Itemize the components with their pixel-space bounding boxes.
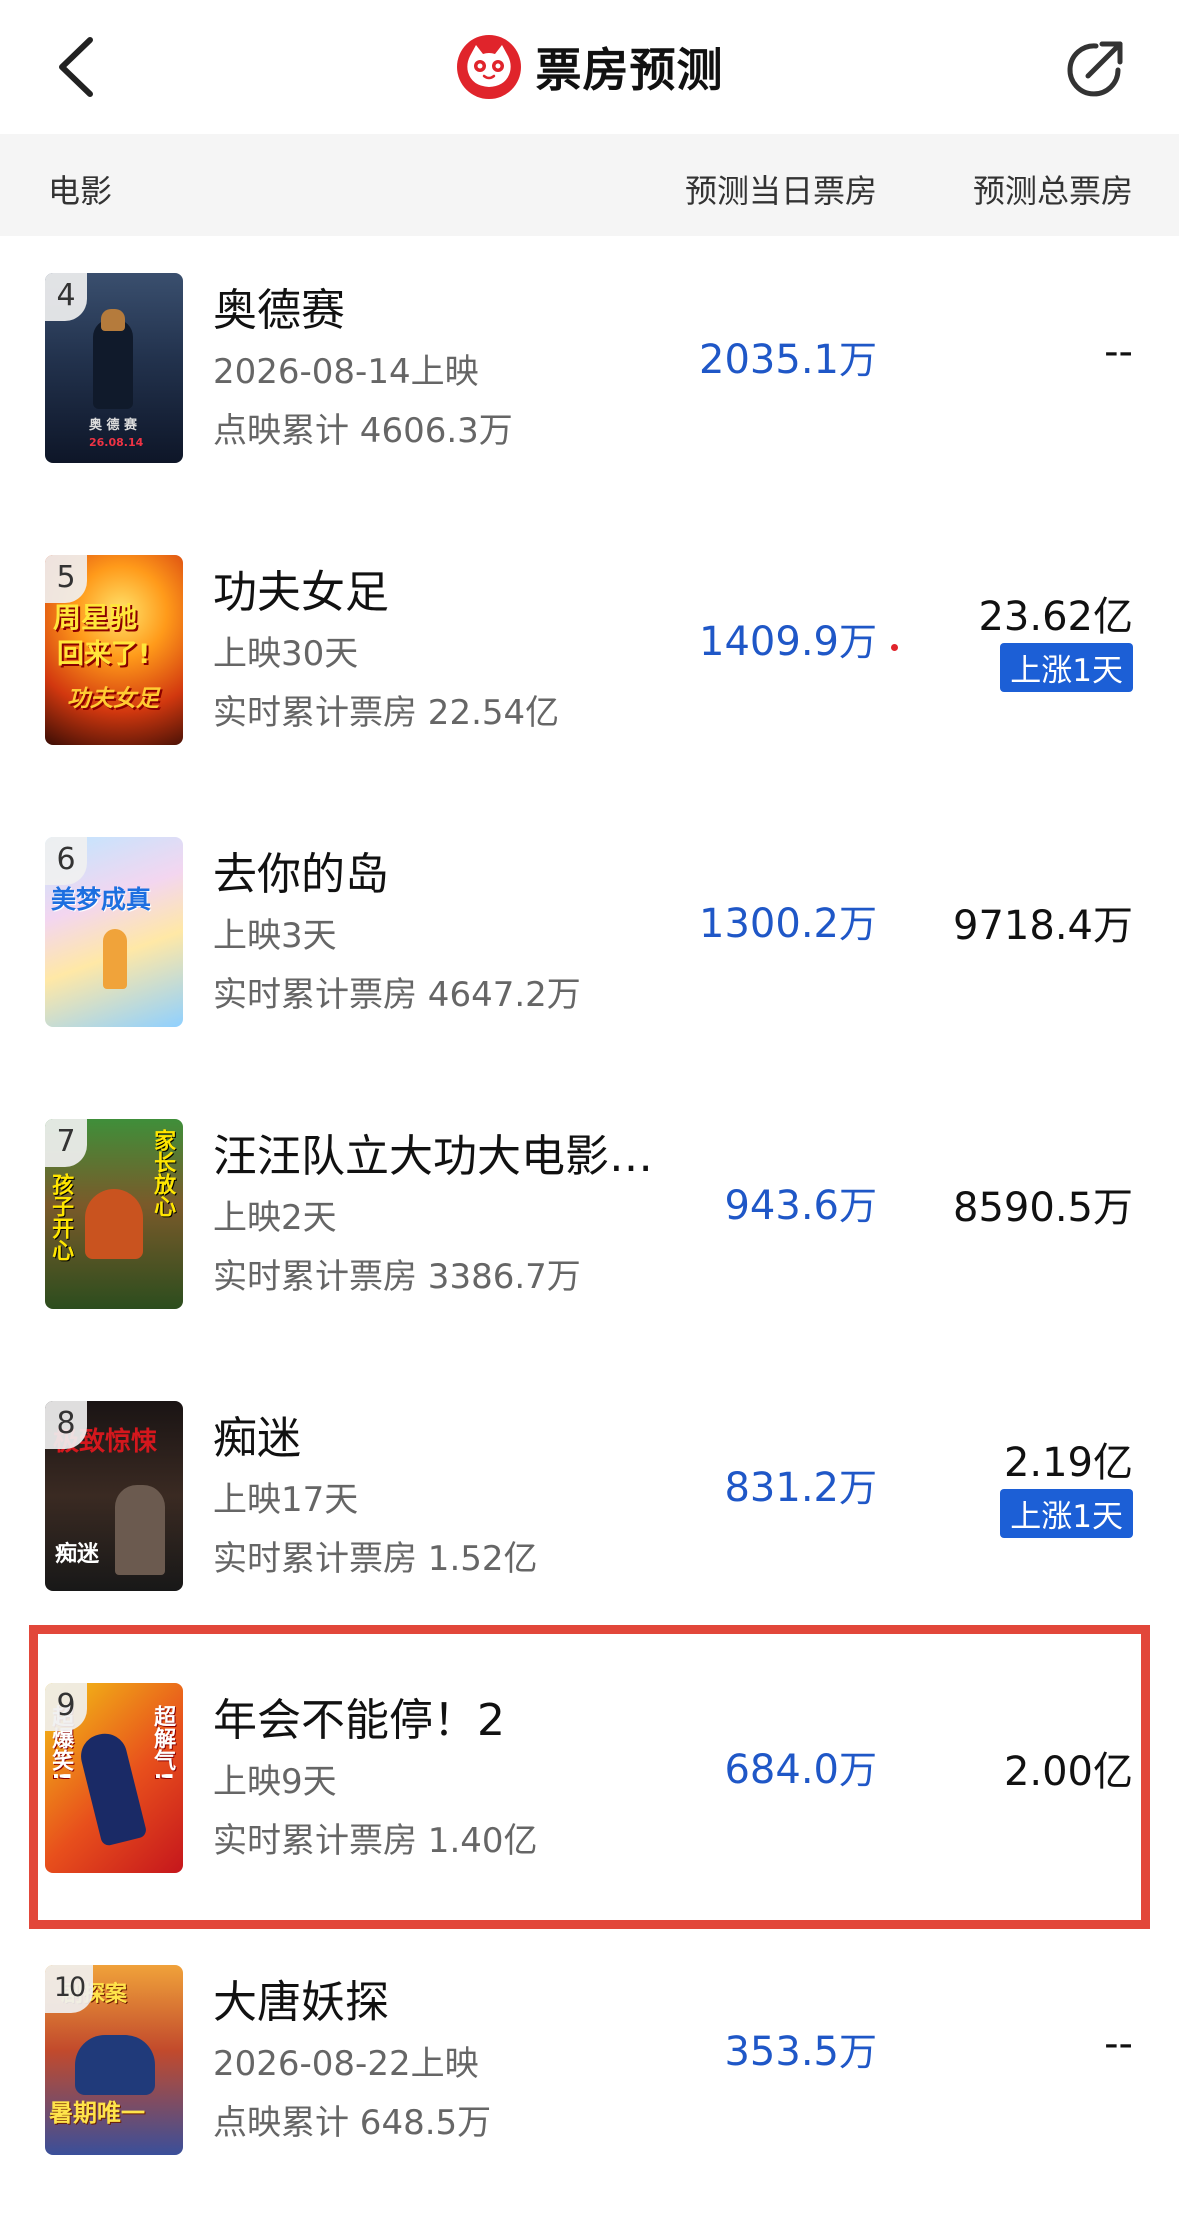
movie-poster[interactable]: 孩子开心 家长放心 7: [45, 1119, 183, 1309]
release-info: 2026-08-22上映: [213, 2044, 479, 2084]
movie-poster[interactable]: 美梦成真 6: [45, 837, 183, 1027]
page-title: 票房预测: [535, 43, 724, 97]
poster-date: 26.08.14: [89, 436, 144, 449]
movie-poster[interactable]: 周星驰 回来了! 功夫女足 5: [45, 555, 183, 745]
rank-badge: 6: [45, 837, 87, 885]
update-dot: [891, 644, 898, 651]
poster-title: 美梦成真: [51, 885, 152, 914]
daily-forecast-number: 1300.2: [699, 901, 839, 947]
movie-poster[interactable]: 奥 德 赛 26.08.14 4: [45, 273, 183, 463]
movie-title: 奥德赛: [213, 285, 345, 336]
movie-row[interactable]: 美梦成真 6 去你的岛 上映3天 实时累计票房 4647.2万 1300.2万 …: [0, 800, 1179, 1082]
table-header: 电影 预测当日票房 预测总票房: [0, 134, 1179, 236]
column-header-total-forecast[interactable]: 预测总票房: [973, 166, 1133, 212]
daily-forecast-number: 1409.9: [699, 619, 839, 665]
share-arrow-icon: [1067, 41, 1123, 97]
cat-logo-icon: [456, 35, 521, 99]
daily-forecast-unit: 万: [838, 1184, 877, 1228]
share-button[interactable]: [1062, 36, 1128, 102]
daily-forecast-number: 2035.1: [699, 337, 839, 383]
daily-forecast-unit: 万: [838, 1466, 877, 1510]
movie-row[interactable]: 剧探案 暑期唯一 10 大唐妖探 2026-08-22上映 点映累计 648.5…: [0, 1928, 1179, 2210]
poster-title: 功夫女足: [67, 686, 159, 712]
cumulative-box-office: 点映累计 648.5万: [213, 2103, 492, 2143]
nav-title-group: 票房预测: [0, 30, 1179, 104]
rank-badge: 8: [45, 1401, 87, 1449]
column-header-movie: 电影: [48, 172, 113, 210]
movie-row[interactable]: 周星驰 回来了! 功夫女足 5 功夫女足 上映30天 实时累计票房 22.54亿…: [0, 518, 1179, 800]
total-forecast-value: --: [1104, 2021, 1133, 2067]
daily-forecast-value: 2035.1万: [699, 329, 877, 384]
total-forecast-value: 2.19亿: [1003, 1440, 1133, 1486]
daily-forecast-value: 831.2万: [724, 1457, 877, 1512]
poster-title: 奥 德 赛: [89, 418, 138, 433]
highlight-box: [29, 1625, 1150, 1929]
cumulative-box-office: 实时累计票房 22.54亿: [213, 693, 560, 733]
daily-forecast-value: 353.5万: [724, 2021, 877, 2076]
release-info: 上映2天: [213, 1198, 337, 1238]
movie-title: 去你的岛: [213, 849, 389, 900]
movie-title: 汪汪队立大功大电影…: [213, 1131, 653, 1182]
daily-forecast-unit: 万: [838, 620, 877, 664]
movie-poster[interactable]: 极致惊悚 痴迷 8: [45, 1401, 183, 1591]
total-forecast-value: 8590.5万: [953, 1185, 1133, 1231]
cumulative-box-office: 实时累计票房 1.52亿: [213, 1539, 538, 1579]
daily-forecast-value: 1409.9万: [699, 611, 877, 666]
movie-title: 大唐妖探: [213, 1977, 389, 2028]
daily-forecast-value: 943.6万: [724, 1175, 877, 1230]
daily-forecast-number: 943.6: [724, 1183, 839, 1229]
trend-badge: 上涨1天: [1000, 1489, 1133, 1538]
daily-forecast-value: 1300.2万: [699, 893, 877, 948]
poster-title: 周星驰: [53, 601, 138, 634]
release-info: 2026-08-14上映: [213, 352, 479, 392]
total-forecast-value: --: [1104, 329, 1133, 375]
rank-badge: 7: [45, 1119, 87, 1167]
total-forecast-value: 9718.4万: [953, 903, 1133, 949]
poster-title: 孩子开心: [48, 1173, 74, 1261]
poster-title: 回来了!: [57, 639, 151, 670]
poster-title: 暑期唯一: [49, 2099, 145, 2127]
daily-forecast-number: 353.5: [724, 2029, 839, 2075]
total-forecast-value: 23.62亿: [978, 594, 1133, 640]
cumulative-box-office: 实时累计票房 4647.2万: [213, 975, 581, 1015]
poster-title: 家长放心: [150, 1129, 176, 1217]
daily-forecast-unit: 万: [838, 2030, 877, 2074]
rank-badge: 4: [45, 273, 87, 321]
trend-badge: 上涨1天: [1000, 643, 1133, 692]
cumulative-box-office: 实时累计票房 3386.7万: [213, 1257, 581, 1297]
release-info: 上映3天: [213, 916, 337, 956]
cumulative-box-office: 点映累计 4606.3万: [213, 411, 513, 451]
movie-row[interactable]: 极致惊悚 痴迷 8 痴迷 上映17天 实时累计票房 1.52亿 831.2万 2…: [0, 1364, 1179, 1646]
release-info: 上映30天: [213, 634, 359, 674]
movie-row[interactable]: 孩子开心 家长放心 7 汪汪队立大功大电影… 上映2天 实时累计票房 3386.…: [0, 1082, 1179, 1364]
rank-badge: 10: [45, 1965, 93, 2013]
column-header-daily-forecast[interactable]: 预测当日票房: [685, 166, 877, 212]
daily-forecast-number: 831.2: [724, 1465, 839, 1511]
daily-forecast-unit: 万: [838, 902, 877, 946]
rank-badge: 5: [45, 555, 87, 603]
daily-forecast-unit: 万: [838, 338, 877, 382]
nav-bar: 票房预测: [0, 0, 1179, 134]
movie-poster[interactable]: 剧探案 暑期唯一 10: [45, 1965, 183, 2155]
movie-title: 痴迷: [213, 1413, 301, 1464]
poster-title: 痴迷: [55, 1542, 100, 1567]
movie-row[interactable]: 奥 德 赛 26.08.14 4 奥德赛 2026-08-14上映 点映累计 4…: [0, 236, 1179, 518]
movie-title: 功夫女足: [213, 567, 389, 618]
release-info: 上映17天: [213, 1480, 359, 1520]
